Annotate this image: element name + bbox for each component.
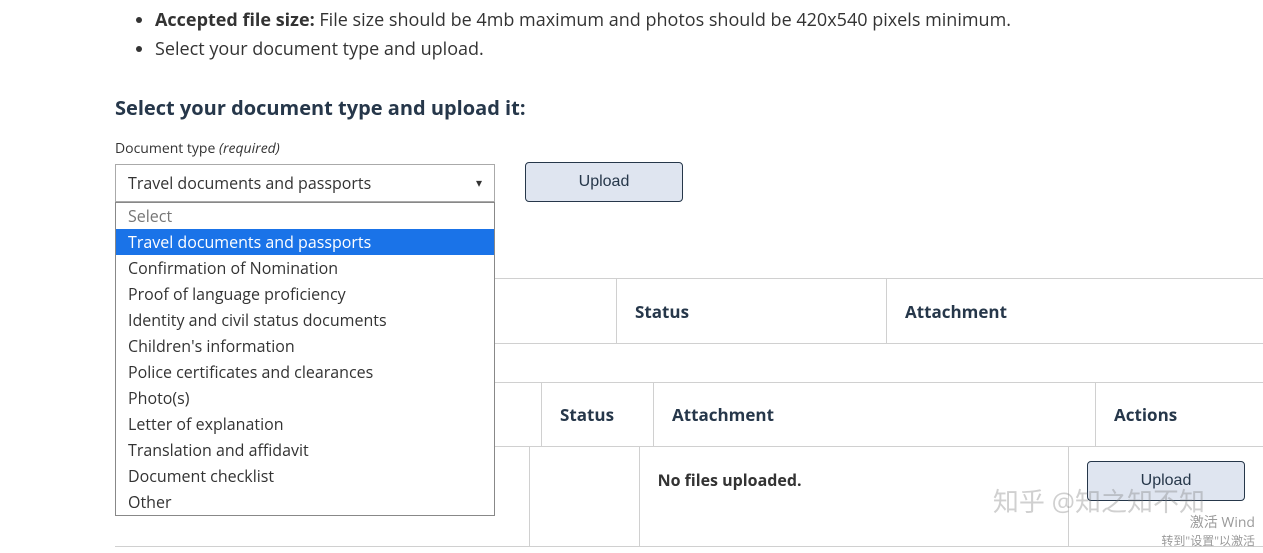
instruction-item: Select your document type and upload. <box>155 35 1263 64</box>
doc-type-option[interactable]: Confirmation of Nomination <box>116 255 494 281</box>
table-header-actions: Actions <box>1096 383 1263 446</box>
doc-type-option[interactable]: Other <box>116 489 494 515</box>
row-upload-button[interactable]: Upload <box>1087 461 1245 501</box>
doc-type-option[interactable]: Document checklist <box>116 463 494 489</box>
doc-type-option[interactable]: Proof of language proficiency <box>116 281 494 307</box>
table-header-status: Status <box>617 279 887 343</box>
section-heading: Select your document type and upload it: <box>115 94 1263 121</box>
doc-type-selected-value: Travel documents and passports <box>128 172 371 194</box>
doc-type-label: Document type (required) <box>115 139 1263 158</box>
doc-type-dropdown: Select Travel documents and passports Co… <box>115 202 495 516</box>
chevron-down-icon: ▾ <box>476 174 482 191</box>
doc-type-select[interactable]: Travel documents and passports ▾ <box>115 164 495 202</box>
instructions-list: Accepted file size: File size should be … <box>155 6 1263 64</box>
doc-type-option[interactable]: Translation and affidavit <box>116 437 494 463</box>
status-cell <box>530 447 640 546</box>
doc-type-option[interactable]: Travel documents and passports <box>116 229 494 255</box>
bullet-text: File size should be 4mb maximum and phot… <box>315 8 1011 32</box>
doc-type-option[interactable]: Identity and civil status documents <box>116 307 494 333</box>
actions-cell: Upload <box>1069 447 1263 546</box>
attachment-cell: No files uploaded. <box>640 447 1069 546</box>
doc-type-option[interactable]: Photo(s) <box>116 385 494 411</box>
bullet-label: Accepted file size: <box>155 8 315 32</box>
table-header-status: Status <box>542 383 654 446</box>
doc-type-option[interactable]: Letter of explanation <box>116 411 494 437</box>
instruction-item: Accepted file size: File size should be … <box>155 6 1263 35</box>
doc-type-option[interactable]: Select <box>116 203 494 229</box>
upload-button[interactable]: Upload <box>525 162 683 202</box>
table-header-attachment: Attachment <box>887 279 1263 343</box>
doc-type-option[interactable]: Children's information <box>116 333 494 359</box>
doc-type-option[interactable]: Police certificates and clearances <box>116 359 494 385</box>
table-header-attachment: Attachment <box>654 383 1096 446</box>
